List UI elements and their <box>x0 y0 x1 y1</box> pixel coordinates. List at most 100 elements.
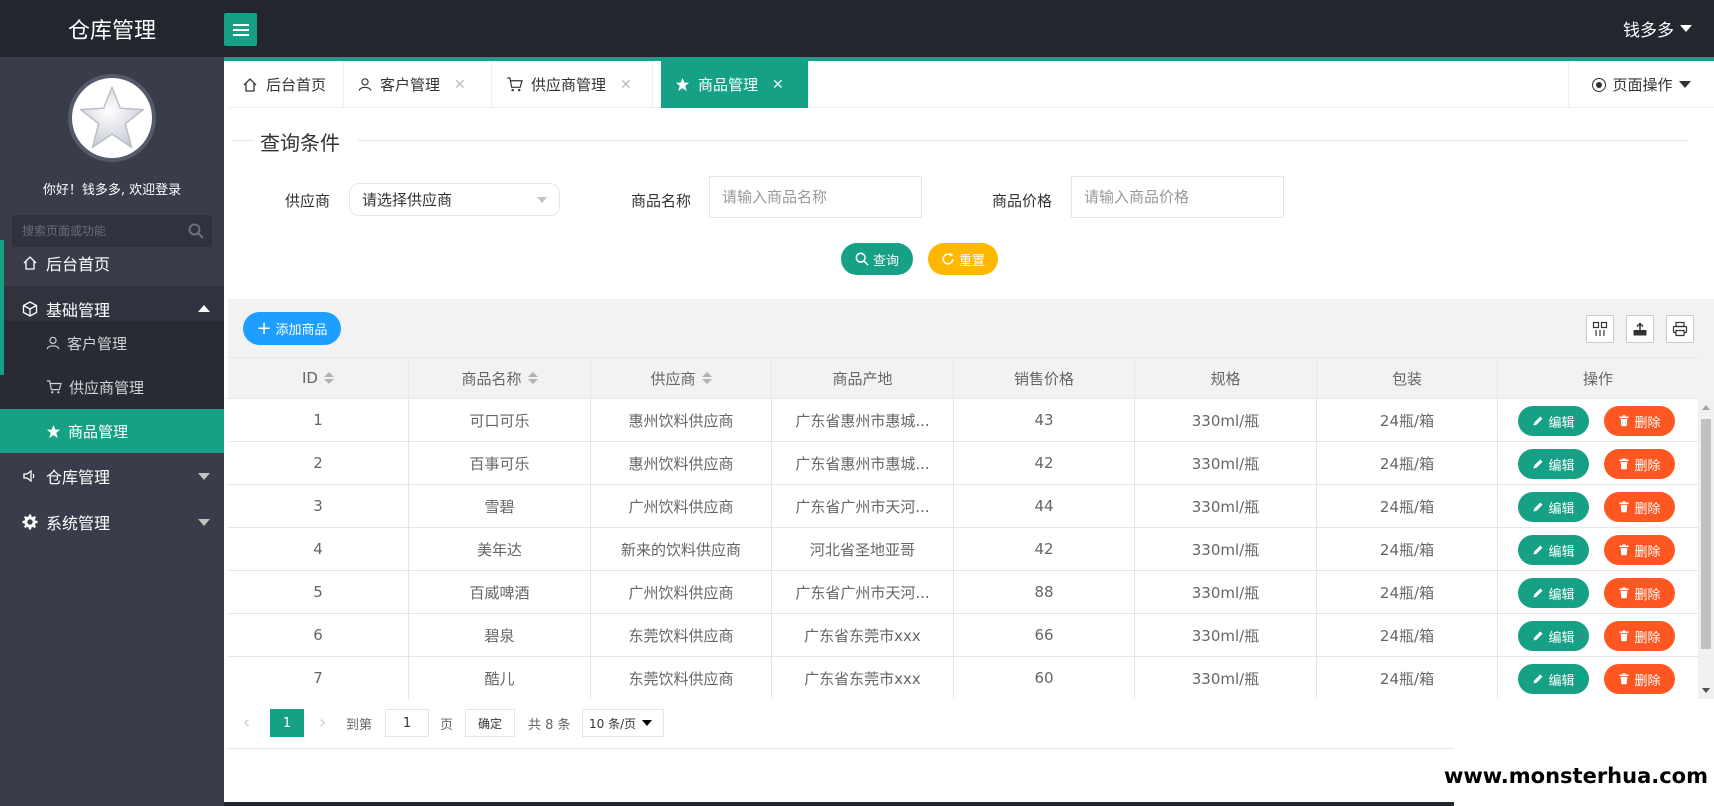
delete-button[interactable]: 删除 <box>1604 621 1675 651</box>
sidebar-item-system[interactable]: 系统管理 <box>0 499 224 545</box>
cell-id: 6 <box>228 614 409 656</box>
sidebar-item-label: 供应商管理 <box>69 378 145 397</box>
refresh-icon <box>942 252 954 265</box>
cell-origin: 广东省东莞市xxx <box>772 657 954 699</box>
edit-button[interactable]: 编辑 <box>1518 621 1589 651</box>
cell-price: 43 <box>954 399 1135 441</box>
product-price-input[interactable] <box>1071 176 1284 218</box>
chevron-down-icon <box>1678 81 1691 88</box>
export-button[interactable] <box>1626 315 1654 343</box>
search-button[interactable]: 查询 <box>841 243 913 275</box>
scroll-thumb[interactable] <box>1701 419 1711 649</box>
column-header-id[interactable]: ID <box>228 358 409 398</box>
column-header-price: 销售价格 <box>954 358 1135 398</box>
edit-button[interactable]: 编辑 <box>1518 406 1589 436</box>
edit-button[interactable]: 编辑 <box>1518 578 1589 608</box>
cell-price: 66 <box>954 614 1135 656</box>
goto-confirm-button[interactable]: 确定 <box>465 709 515 737</box>
supplier-select[interactable]: 请选择供应商 <box>349 183 560 216</box>
chevron-down-icon <box>198 519 210 526</box>
sidebar-item-customers[interactable]: 客户管理 <box>0 321 224 365</box>
cell-name: 百威啤酒 <box>409 571 591 613</box>
column-header-label: 供应商 <box>650 369 696 388</box>
delete-button[interactable]: 删除 <box>1604 406 1675 436</box>
cell-spec: 330ml/瓶 <box>1135 571 1317 613</box>
pencil-icon <box>1533 416 1543 426</box>
page-size-select[interactable]: 10 条/页 <box>582 709 664 737</box>
cell-origin: 广东省东莞市xxx <box>772 614 954 656</box>
welcome-text: 你好！钱多多, 欢迎登录 <box>42 183 182 198</box>
menu-toggle-button[interactable] <box>224 13 257 46</box>
close-icon[interactable]: ✕ <box>620 77 632 93</box>
edit-button[interactable]: 编辑 <box>1518 664 1589 694</box>
product-name-input[interactable] <box>709 176 922 218</box>
scroll-down-icon[interactable] <box>1702 688 1710 693</box>
cell-id: 2 <box>228 442 409 484</box>
sidebar-item-label: 仓库管理 <box>46 468 111 487</box>
delete-button[interactable]: 删除 <box>1604 492 1675 522</box>
sidebar-item-suppliers[interactable]: 供应商管理 <box>0 365 224 409</box>
avatar[interactable] <box>68 74 156 162</box>
cell-origin: 广东省惠州市惠城... <box>772 442 954 484</box>
print-button[interactable] <box>1666 315 1694 343</box>
print-icon <box>1672 321 1688 337</box>
table-row[interactable]: 5 百威啤酒 广州饮料供应商 广东省广州市天河... 88 330ml/瓶 24瓶/箱 编辑 删… <box>228 571 1698 614</box>
plus-icon: + <box>256 317 272 339</box>
tab-home[interactable]: 后台首页 <box>228 61 344 108</box>
table-body: 1 可口可乐 惠州饮料供应商 广东省惠州市惠城... 43 330ml/瓶 24瓶/箱 编辑删… <box>228 399 1698 700</box>
cell-spec: 330ml/瓶 <box>1135 528 1317 570</box>
add-product-button[interactable]: + 添加商品 <box>243 312 341 345</box>
delete-button[interactable]: 删除 <box>1604 578 1675 608</box>
chevron-down-icon <box>537 197 547 203</box>
page-operations-dropdown[interactable]: 页面操作 <box>1568 61 1714 108</box>
next-page-icon[interactable]: › <box>319 712 326 733</box>
column-header-label: 商品名称 <box>461 369 522 388</box>
column-header-name[interactable]: 商品名称 <box>409 358 591 398</box>
tab-customers[interactable]: 客户管理 ✕ <box>344 61 492 108</box>
sidebar-item-label: 基础管理 <box>46 301 111 320</box>
prev-page-icon[interactable]: ‹ <box>243 712 250 733</box>
table-row[interactable]: 3 雪碧 广州饮料供应商 广东省广州市天河... 44 330ml/瓶 24瓶/箱 编辑 删除 <box>228 485 1698 528</box>
tab-bar: 后台首页 客户管理 ✕ 供应商管理 ✕ 商品管理 ✕ 页面操作 <box>228 61 1714 108</box>
edit-button[interactable]: 编辑 <box>1518 449 1589 479</box>
goto-page-input[interactable] <box>385 709 429 737</box>
chevron-down-icon <box>1680 25 1692 32</box>
sidebar-item-home[interactable]: 后台首页 <box>0 240 224 286</box>
cell-pack: 24瓶/箱 <box>1317 614 1498 656</box>
sidebar-item-warehouse[interactable]: 仓库管理 <box>0 453 224 499</box>
reset-button[interactable]: 重置 <box>928 243 998 275</box>
close-icon[interactable]: ✕ <box>454 77 466 93</box>
table-row[interactable]: 1 可口可乐 惠州饮料供应商 广东省惠州市惠城... 43 330ml/瓶 24瓶/箱 编辑 删… <box>228 399 1698 442</box>
delete-label: 删除 <box>1634 630 1661 646</box>
trash-icon <box>1619 673 1629 685</box>
sort-icon[interactable] <box>701 372 712 384</box>
table-row[interactable]: 2 百事可乐 惠州饮料供应商 广东省惠州市惠城... 42 330ml/瓶 24瓶/箱 编辑 删… <box>228 442 1698 485</box>
scroll-up-icon[interactable] <box>1702 405 1710 410</box>
sort-icon[interactable] <box>323 372 334 384</box>
columns-filter-button[interactable] <box>1586 315 1614 343</box>
sidebar-item-products[interactable]: 商品管理 <box>0 409 224 453</box>
delete-button[interactable]: 删除 <box>1604 449 1675 479</box>
tab-suppliers[interactable]: 供应商管理 ✕ <box>492 61 653 108</box>
column-header-supplier[interactable]: 供应商 <box>591 358 772 398</box>
table-row[interactable]: 4 美年达 新来的饮料供应商 河北省圣地亚哥 42 330ml/瓶 24瓶/箱 编辑 删除 <box>228 528 1698 571</box>
export-icon <box>1633 322 1647 336</box>
user-menu[interactable]: 钱多多 <box>1623 16 1692 41</box>
page-button-current[interactable]: 1 <box>270 709 304 737</box>
table-row[interactable]: 7 酷儿 东莞饮料供应商 广东省东莞市xxx 60 330ml/瓶 24瓶/箱 编辑 删除 <box>228 657 1698 700</box>
close-icon[interactable]: ✕ <box>772 77 784 93</box>
trash-icon <box>1619 501 1629 513</box>
column-header-origin: 商品产地 <box>772 358 954 398</box>
tab-products[interactable]: 商品管理 ✕ <box>661 61 809 108</box>
edit-button[interactable]: 编辑 <box>1518 492 1589 522</box>
delete-button[interactable]: 删除 <box>1604 535 1675 565</box>
cell-name: 美年达 <box>409 528 591 570</box>
search-icon[interactable] <box>188 223 204 239</box>
table-row[interactable]: 6 碧泉 东莞饮料供应商 广东省东莞市xxx 66 330ml/瓶 24瓶/箱 编辑 删除 <box>228 614 1698 657</box>
edit-label: 编辑 <box>1548 544 1575 560</box>
column-header-label: 销售价格 <box>1013 369 1074 388</box>
sort-icon[interactable] <box>527 372 538 384</box>
edit-button[interactable]: 编辑 <box>1518 535 1589 565</box>
table-scrollbar[interactable] <box>1698 399 1714 699</box>
delete-button[interactable]: 删除 <box>1604 664 1675 694</box>
